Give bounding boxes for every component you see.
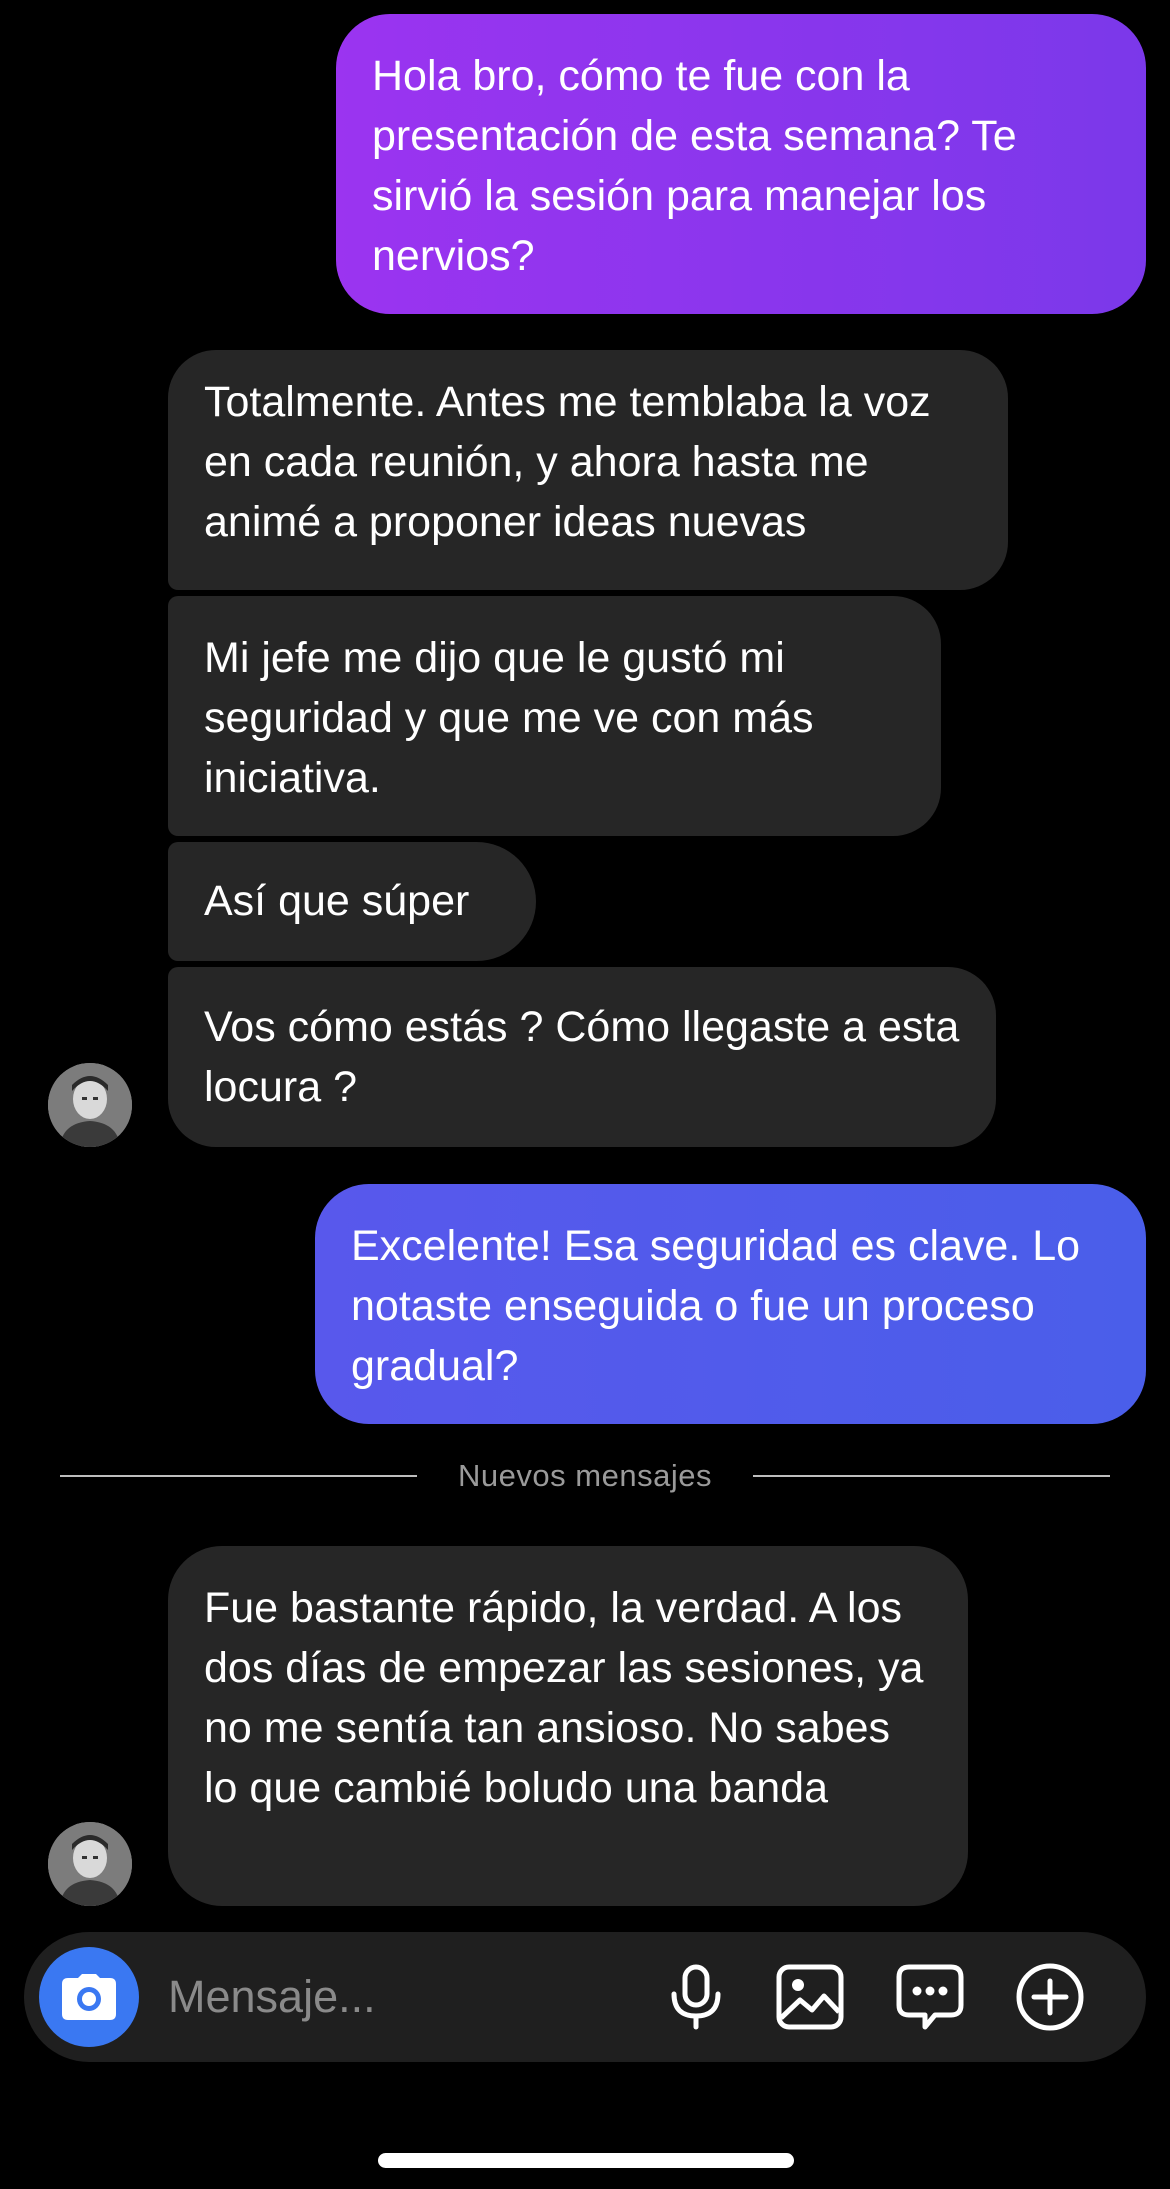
contact-avatar[interactable] — [48, 1063, 132, 1147]
message-text: Excelente! Esa seguridad es clave. Lo no… — [351, 1222, 1081, 1390]
more-options-button[interactable] — [1012, 1959, 1088, 2035]
avatar-photo-icon — [48, 1822, 132, 1906]
message-text: Fue bastante rápido, la verdad. A los do… — [204, 1584, 924, 1812]
home-indicator[interactable] — [378, 2153, 794, 2168]
microphone-button[interactable] — [658, 1959, 734, 2035]
camera-button[interactable] — [39, 1947, 139, 2047]
gallery-button[interactable] — [772, 1959, 848, 2035]
avatar-photo-icon — [48, 1063, 132, 1147]
sent-message-bubble[interactable]: Excelente! Esa seguridad es clave. Lo no… — [315, 1184, 1146, 1424]
message-text: Vos cómo estás ? Cómo llegaste a esta lo… — [204, 1003, 960, 1111]
camera-icon — [62, 1974, 116, 2020]
plus-icon — [1016, 1963, 1084, 2031]
gallery-icon — [776, 1964, 844, 2030]
sticker-chat-button[interactable] — [892, 1959, 968, 2035]
message-input[interactable] — [168, 1962, 638, 2032]
message-text: Así que súper — [204, 877, 470, 925]
message-text: Hola bro, cómo te fue con la presentació… — [372, 52, 1017, 280]
message-text: Mi jefe me dijo que le gustó mi segurida… — [204, 634, 814, 802]
message-text: Totalmente. Antes me temblaba la voz en … — [204, 378, 931, 546]
received-message-bubble[interactable]: Así que súper — [168, 842, 536, 961]
message-composer — [24, 1932, 1146, 2062]
received-message-bubble[interactable]: Fue bastante rápido, la verdad. A los do… — [168, 1546, 968, 1906]
contact-avatar[interactable] — [48, 1822, 132, 1906]
new-messages-divider: Nuevos mensajes — [60, 1456, 1110, 1496]
microphone-icon — [671, 1964, 721, 2030]
divider-line — [753, 1475, 1110, 1477]
sticker-chat-icon — [896, 1964, 964, 2030]
sent-message-bubble[interactable]: Hola bro, cómo te fue con la presentació… — [336, 14, 1146, 314]
received-message-bubble[interactable]: Totalmente. Antes me temblaba la voz en … — [168, 350, 1008, 590]
received-message-bubble[interactable]: Mi jefe me dijo que le gustó mi segurida… — [168, 596, 941, 836]
received-message-bubble[interactable]: Vos cómo estás ? Cómo llegaste a esta lo… — [168, 967, 996, 1147]
